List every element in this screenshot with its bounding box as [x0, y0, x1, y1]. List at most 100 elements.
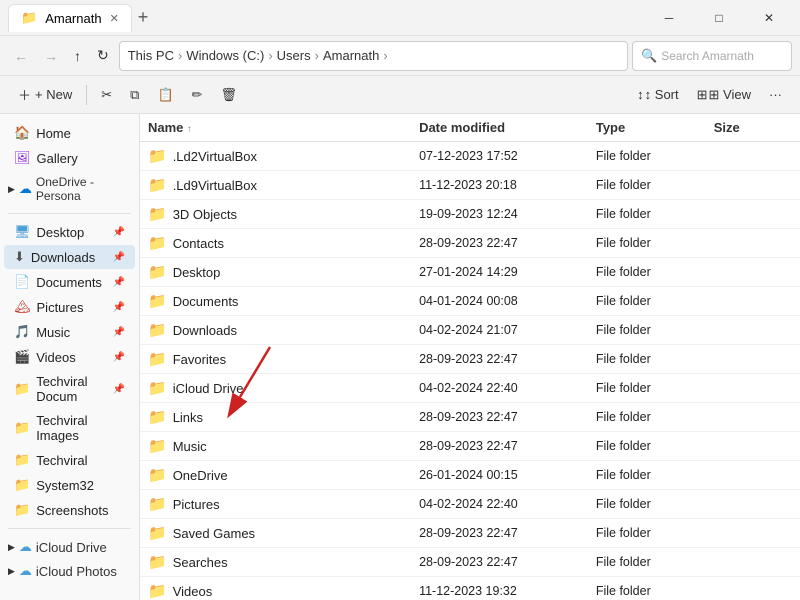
file-folder-icon: 📁 [148, 234, 167, 252]
expand-icon: ▶ [8, 184, 15, 195]
delete-button[interactable]: 🗑 [213, 81, 246, 109]
downloads-icon: ⬇ [14, 249, 25, 265]
back-button[interactable]: ← [8, 44, 34, 68]
sidebar-item-system32[interactable]: 📁 System32 [4, 473, 135, 497]
sort-button[interactable]: ↕ ↕ Sort [629, 81, 686, 109]
documents-icon: 📄 [14, 274, 30, 290]
file-size-cell [706, 258, 800, 287]
cut-button[interactable]: ✂ [93, 81, 120, 109]
sidebar-item-icloud-photos[interactable]: ▶ ☁ iCloud Photos [0, 559, 139, 583]
table-row[interactable]: 📁 Searches 28-09-2023 22:47 File folder [140, 548, 800, 577]
sidebar-item-gallery[interactable]: 🖼 Gallery [4, 146, 135, 170]
table-row[interactable]: 📁 Music 28-09-2023 22:47 File folder [140, 432, 800, 461]
more-button[interactable]: ··· [761, 81, 790, 109]
file-name-cell[interactable]: 📁 Pictures [140, 490, 411, 519]
table-row[interactable]: 📁 Saved Games 28-09-2023 22:47 File fold… [140, 519, 800, 548]
sidebar-item-desktop[interactable]: 🖥 Desktop 📌 [4, 220, 135, 244]
up-button[interactable]: ↑ [68, 44, 87, 68]
sidebar-item-onedrive[interactable]: ▶ ☁ OneDrive - Persona [0, 171, 139, 207]
table-row[interactable]: 📁 Contacts 28-09-2023 22:47 File folder [140, 229, 800, 258]
file-date-cell: 11-12-2023 19:32 [411, 577, 588, 600]
table-row[interactable]: 📁 .Ld9VirtualBox 11-12-2023 20:18 File f… [140, 171, 800, 200]
file-date-cell: 04-02-2024 22:40 [411, 490, 588, 519]
file-name-cell[interactable]: 📁 Documents [140, 287, 411, 316]
sidebar-item-pictures[interactable]: 🏔 Pictures 📌 [4, 295, 135, 319]
sidebar-item-music[interactable]: 🎵 Music 📌 [4, 320, 135, 344]
sidebar-item-documents[interactable]: 📄 Documents 📌 [4, 270, 135, 294]
tab-close-button[interactable]: ✕ [110, 12, 119, 25]
delete-icon: 🗑 [221, 87, 238, 103]
file-name-cell[interactable]: 📁 3D Objects [140, 200, 411, 229]
file-size-cell [706, 519, 800, 548]
file-name-cell[interactable]: 📁 Desktop [140, 258, 411, 287]
sidebar-item-downloads[interactable]: ⬇ Downloads 📌 [4, 245, 135, 269]
file-name: .Ld2VirtualBox [173, 149, 257, 164]
maximize-button[interactable]: □ [696, 2, 742, 34]
file-name-cell[interactable]: 📁 Links [140, 403, 411, 432]
table-row[interactable]: 📁 Downloads 04-02-2024 21:07 File folder [140, 316, 800, 345]
window-controls: ─ □ ✕ [646, 2, 792, 34]
gallery-icon: 🖼 [14, 150, 31, 166]
file-size-cell [706, 374, 800, 403]
sidebar-divider-2 [8, 528, 131, 529]
copy-button[interactable]: ⧉ [122, 81, 147, 109]
col-header-date[interactable]: Date modified [411, 114, 588, 142]
view-button[interactable]: ⊞ ⊞ View [689, 81, 759, 109]
sidebar-item-icloud-drive[interactable]: ▶ ☁ iCloud Drive [0, 535, 139, 559]
sidebar-item-screenshots[interactable]: 📁 Screenshots [4, 498, 135, 522]
file-folder-icon: 📁 [148, 495, 167, 513]
table-row[interactable]: 📁 .Ld2VirtualBox 07-12-2023 17:52 File f… [140, 142, 800, 171]
new-tab-button[interactable]: + [138, 7, 149, 28]
file-name-cell[interactable]: 📁 OneDrive [140, 461, 411, 490]
file-name: Saved Games [173, 526, 255, 541]
file-area-wrapper: Name ↑ Date modified Type Size [140, 114, 800, 600]
table-row[interactable]: 📁 Desktop 27-01-2024 14:29 File folder [140, 258, 800, 287]
file-name-cell[interactable]: 📁 iCloud Drive [140, 374, 411, 403]
sidebar-item-videos[interactable]: 🎬 Videos 📌 [4, 345, 135, 369]
file-name: Videos [173, 584, 213, 599]
col-header-name[interactable]: Name ↑ [140, 114, 411, 142]
table-row[interactable]: 📁 OneDrive 26-01-2024 00:15 File folder [140, 461, 800, 490]
close-button[interactable]: ✕ [746, 2, 792, 34]
file-type-cell: File folder [588, 519, 706, 548]
tab-amarnath[interactable]: 📁 Amarnath ✕ [8, 4, 132, 32]
sidebar-label-music: Music [36, 325, 70, 340]
file-date-cell: 28-09-2023 22:47 [411, 548, 588, 577]
sidebar-item-techviral[interactable]: 📁 Techviral [4, 448, 135, 472]
table-row[interactable]: 📁 Documents 04-01-2024 00:08 File folder [140, 287, 800, 316]
table-row[interactable]: 📁 Links 28-09-2023 22:47 File folder [140, 403, 800, 432]
search-box[interactable]: 🔍 Search Amarnath [632, 41, 792, 71]
file-name-cell[interactable]: 📁 .Ld9VirtualBox [140, 171, 411, 200]
search-icon: 🔍 [641, 48, 657, 64]
table-row[interactable]: 📁 iCloud Drive 04-02-2024 22:40 File fol… [140, 374, 800, 403]
file-date-cell: 07-12-2023 17:52 [411, 142, 588, 171]
file-name-cell[interactable]: 📁 Saved Games [140, 519, 411, 548]
file-name-cell[interactable]: 📁 Favorites [140, 345, 411, 374]
sidebar-item-home[interactable]: 🏠 Home [4, 121, 135, 145]
file-type-cell: File folder [588, 374, 706, 403]
sidebar-item-techviral-doc[interactable]: 📁 Techviral Docum 📌 [4, 370, 135, 408]
table-row[interactable]: 📁 Pictures 04-02-2024 22:40 File folder [140, 490, 800, 519]
file-name-cell[interactable]: 📁 Searches [140, 548, 411, 577]
sidebar-item-techviral-img[interactable]: 📁 Techviral Images [4, 409, 135, 447]
col-header-size[interactable]: Size [706, 114, 800, 142]
file-name-cell[interactable]: 📁 Music [140, 432, 411, 461]
minimize-button[interactable]: ─ [646, 2, 692, 34]
table-row[interactable]: 📁 Videos 11-12-2023 19:32 File folder [140, 577, 800, 600]
table-row[interactable]: 📁 3D Objects 19-09-2023 12:24 File folde… [140, 200, 800, 229]
forward-button[interactable]: → [38, 44, 64, 68]
col-header-type[interactable]: Type [588, 114, 706, 142]
breadcrumb[interactable]: This PC › Windows (C:) › Users › Amarnat… [119, 41, 628, 71]
file-folder-icon: 📁 [148, 437, 167, 455]
file-name-cell[interactable]: 📁 .Ld2VirtualBox [140, 142, 411, 171]
file-name-cell[interactable]: 📁 Downloads [140, 316, 411, 345]
file-folder-icon: 📁 [148, 263, 167, 281]
table-row[interactable]: 📁 Favorites 28-09-2023 22:47 File folder [140, 345, 800, 374]
paste-button[interactable]: 📋 [149, 81, 181, 109]
rename-button[interactable]: ✏ [184, 81, 211, 109]
refresh-button[interactable]: ↻ [91, 43, 115, 68]
file-type-cell: File folder [588, 142, 706, 171]
file-name-cell[interactable]: 📁 Videos [140, 577, 411, 600]
new-button[interactable]: ＋ + New [10, 81, 80, 109]
file-name-cell[interactable]: 📁 Contacts [140, 229, 411, 258]
